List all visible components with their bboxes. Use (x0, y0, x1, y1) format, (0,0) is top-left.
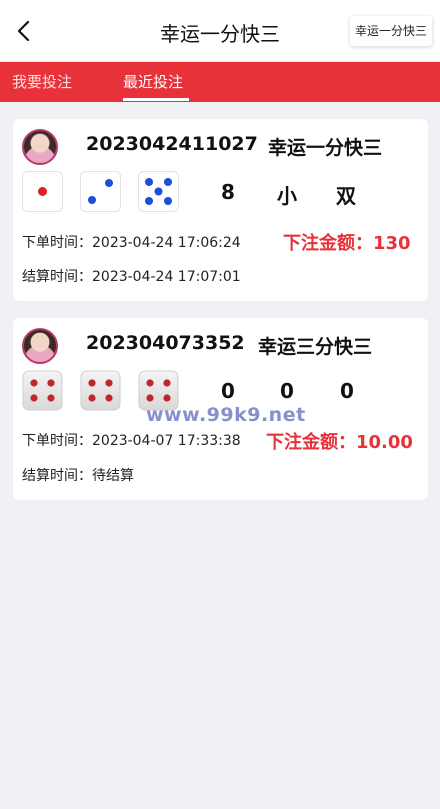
order-time: 下单时间：2023-04-24 17:06:24 (22, 235, 241, 251)
settle-time: 结算时间：2023-04-24 17:07:01 (22, 269, 241, 285)
issue-number: 2023042411027 (86, 133, 258, 155)
result-size: 小 (277, 184, 297, 208)
watermark: www.99k9.net (146, 404, 306, 426)
result-parity: 双 (336, 184, 356, 208)
top-bar: 幸运一分快三 幸运一分快三 (0, 0, 440, 62)
tab-place-bet[interactable]: 我要投注 (12, 62, 72, 102)
result-sum: 8 (221, 180, 235, 204)
result-size: 0 (280, 379, 294, 403)
game-name: 幸运三分快三 (258, 336, 373, 358)
tab-recent-bets[interactable]: 最近投注 (123, 62, 183, 102)
dice-five-icon (138, 171, 179, 212)
bet-amount: 下注金额：10.00 (266, 432, 413, 453)
bet-record-card[interactable]: 2023042411027 幸运一分快三 8 小 双 下单时间：2023-04-… (13, 119, 428, 301)
dice-four-icon (22, 370, 63, 411)
avatar (22, 328, 58, 364)
settle-time: 结算时间：待结算 (22, 468, 134, 484)
issue-number: 202304073352 (86, 332, 245, 354)
tab-bar: 我要投注 最近投注 (0, 62, 440, 102)
result-sum: 0 (221, 379, 235, 403)
dice-two-icon (80, 171, 121, 212)
game-switch-button[interactable]: 幸运一分快三 (350, 16, 432, 46)
active-tab-indicator (123, 98, 189, 101)
avatar (22, 129, 58, 165)
dice-one-icon (22, 171, 63, 212)
game-name: 幸运一分快三 (268, 137, 383, 159)
bet-amount: 下注金额：130 (283, 233, 411, 254)
result-parity: 0 (340, 379, 354, 403)
dice-four-icon (80, 370, 121, 411)
order-time: 下单时间：2023-04-07 17:33:38 (22, 433, 241, 449)
